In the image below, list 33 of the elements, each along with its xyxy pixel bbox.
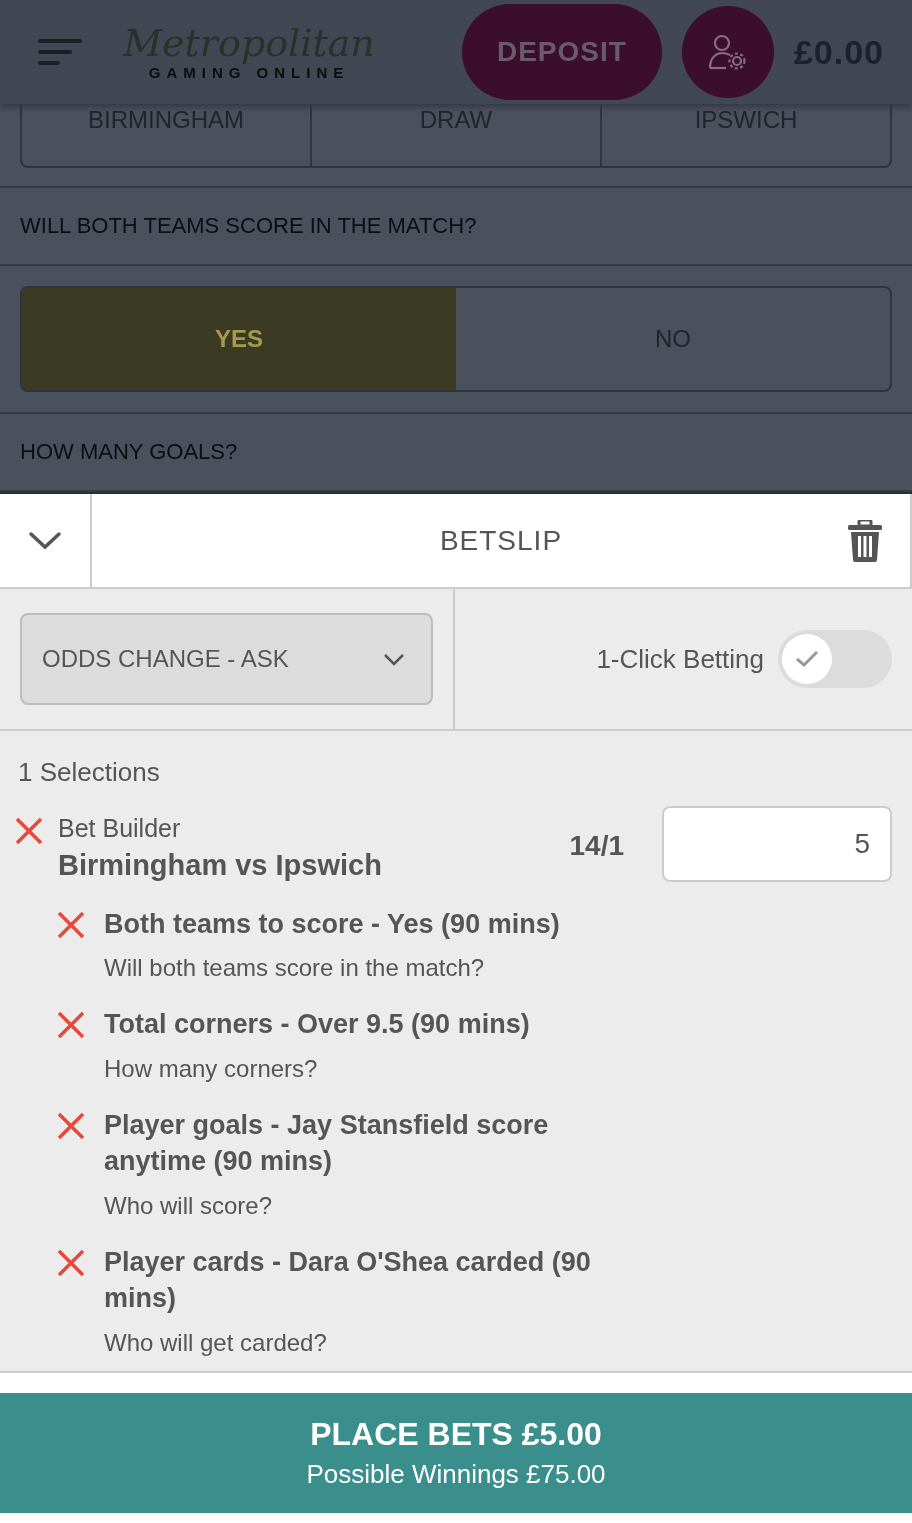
option-button[interactable]: YES [22,288,456,390]
one-click-label: 1-Click Betting [596,643,764,675]
odds: 14/1 [569,830,624,862]
remove-icon[interactable] [56,910,86,940]
leg-question: Who will score? [104,1191,274,1220]
place-bets-button[interactable]: PLACE BETS £5.00 Possible Winnings £75.00 [0,1393,912,1513]
leg-title: Player goals - Jay Stansfield score anytime (90 mins) [104,1108,550,1179]
leg-question: Will both teams score in the match? [104,954,486,983]
leg-title: Player cards - Dara O'Shea carded (90 mins) [104,1245,592,1316]
leg-title: Total corners - Over 9.5 (90 mins) [104,1008,530,1042]
remove-icon[interactable] [56,1247,86,1278]
market-question: HOW MANY GOALS? [0,414,912,492]
user-gear-icon [707,34,748,70]
logo-subtitle: GAMING ONLINE [148,64,350,82]
market-question: WILL BOTH TEAMS SCORE IN THE MATCH? [0,188,912,266]
selection-count: 1 Selections [18,757,161,788]
bet-type: Bet Builder [58,814,182,843]
leg-question: Who will get carded? [104,1328,328,1357]
menu-icon[interactable] [38,39,84,65]
leg-title: Both teams to score - Yes (90 mins) [104,908,560,941]
event-name: Birmingham vs Ipswich [58,849,383,882]
trash-icon[interactable] [848,520,882,562]
stake-input[interactable]: 5 [662,806,892,882]
remove-icon[interactable] [56,1110,86,1141]
betslip-title: BETSLIP [439,524,563,557]
deposit-button[interactable]: DEPOSIT [461,4,662,100]
check-icon [795,650,819,668]
chevron-down-icon [383,652,405,666]
odds-change-dropdown[interactable]: ODDS CHANGE - ASK [20,613,433,705]
remove-icon[interactable] [56,1010,86,1041]
remove-icon[interactable] [14,816,44,846]
chevron-down-icon [28,530,62,551]
leg-question: How many corners? [104,1054,319,1083]
